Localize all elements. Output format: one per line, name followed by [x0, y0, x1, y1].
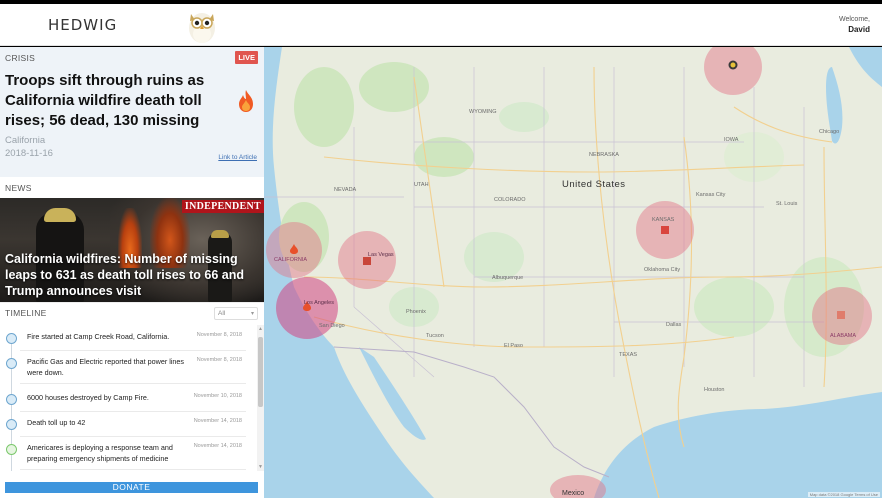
- crisis-location: California: [5, 135, 46, 146]
- welcome-block: Welcome, David: [839, 15, 870, 36]
- timeline-list[interactable]: Fire started at Camp Creek Road, Califor…: [0, 325, 256, 471]
- user-name[interactable]: David: [848, 25, 870, 34]
- map-country-label: Mexico: [562, 490, 585, 497]
- news-image-helmet: [211, 230, 229, 238]
- map-state-label: CALIFORNIA: [274, 257, 308, 263]
- map-state-label: KANSAS: [652, 217, 675, 223]
- crisis-title: Troops sift through ruins as California …: [5, 72, 205, 129]
- map-city-label: El Paso: [504, 343, 523, 349]
- timeline-item-date: November 14, 2018: [193, 443, 242, 449]
- map-city-label: Oklahoma City: [644, 267, 681, 273]
- timeline-item-date: November 10, 2018: [193, 393, 242, 399]
- crisis-section-label: CRISIS: [5, 53, 36, 63]
- timeline-item-text: Fire started at Camp Creek Road, Califor…: [27, 332, 170, 341]
- timeline-item[interactable]: Americares is deploying a response team …: [20, 442, 246, 470]
- map-state-label: ALABAMA: [830, 333, 856, 339]
- timeline-item-text: Pacific Gas and Electric reported that p…: [27, 357, 185, 377]
- welcome-label: Welcome,: [839, 16, 870, 23]
- timeline-item-text: Americares is deploying a response team …: [27, 443, 173, 463]
- timeline-section-label: TIMELINE: [5, 308, 47, 318]
- timeline-dot-icon: [6, 333, 17, 344]
- scroll-up-icon[interactable]: ▲: [258, 326, 263, 332]
- crisis-date: 2018-11-16: [5, 148, 53, 159]
- news-headline[interactable]: California wildfires: Number of missing …: [5, 251, 257, 299]
- timeline-dot-icon: [6, 358, 17, 369]
- map-state-label: WYOMING: [469, 109, 497, 115]
- map-city-label: Kansas City: [696, 192, 726, 198]
- timeline-item-date: November 8, 2018: [196, 357, 242, 363]
- timeline-header: TIMELINE All ▾: [0, 302, 264, 324]
- map-country-label: United States: [562, 179, 626, 190]
- news-source-badge: INDEPENDENT: [181, 200, 264, 213]
- news-image-helmet: [44, 208, 76, 222]
- map-state-label: COLORADO: [494, 197, 526, 203]
- timeline-scrollbar[interactable]: ▲ ▼: [257, 325, 264, 471]
- app-header: HEDWIG Welcome, David: [0, 4, 882, 46]
- timeline-item-date: November 8, 2018: [196, 332, 242, 338]
- alert-pin-icon[interactable]: [836, 310, 846, 320]
- sidebar: CRISIS LIVE Troops sift through ruins as…: [0, 47, 264, 498]
- timeline-filter-value: All: [218, 310, 226, 317]
- map-state-label: NEBRASKA: [589, 152, 619, 158]
- map-view[interactable]: United States CALIFORNIA Las Vegas Los A…: [264, 47, 882, 498]
- live-badge: LIVE: [235, 51, 258, 64]
- map-city-label: Tucson: [426, 333, 444, 339]
- crisis-card: CRISIS LIVE Troops sift through ruins as…: [0, 47, 264, 197]
- scroll-down-icon[interactable]: ▼: [258, 464, 263, 470]
- timeline-item[interactable]: Fire started at Camp Creek Road, Califor…: [20, 331, 246, 351]
- timeline-item-text: 6000 houses destroyed by Camp Fire.: [27, 393, 149, 402]
- news-header: NEWS: [0, 177, 264, 198]
- timeline-item-date: November 14, 2018: [193, 418, 242, 424]
- timeline-filter-select[interactable]: All ▾: [214, 307, 258, 320]
- chevron-down-icon: ▾: [250, 311, 254, 317]
- scroll-thumb[interactable]: [258, 337, 263, 407]
- news-card[interactable]: INDEPENDENT California wildfires: Number…: [0, 198, 264, 302]
- timeline-dot-icon: [6, 444, 17, 455]
- donate-button[interactable]: DONATE: [5, 482, 258, 493]
- map-city-label: Los Angeles: [304, 300, 334, 306]
- map-attribution[interactable]: Map data ©2018 Google Terms of Use: [807, 492, 880, 497]
- timeline-dot-icon: [6, 419, 17, 430]
- timeline-item[interactable]: Pacific Gas and Electric reported that p…: [20, 356, 246, 384]
- map-state-label: NEVADA: [334, 187, 357, 193]
- map-city-label: Houston: [704, 387, 725, 393]
- timeline-dot-icon: [6, 394, 17, 405]
- map-city-label: Chicago: [819, 129, 840, 135]
- map-city-label: St. Louis: [776, 201, 798, 207]
- map-city-label: Dallas: [666, 322, 682, 328]
- warning-pin-icon[interactable]: [728, 60, 738, 70]
- fire-pin-icon[interactable]: [289, 244, 299, 254]
- map-city-label: San Diego: [319, 323, 345, 329]
- news-section-label: NEWS: [5, 183, 32, 193]
- map-state-label: UTAH: [414, 182, 429, 188]
- brand-logo-text[interactable]: HEDWIG: [48, 16, 117, 34]
- timeline-item[interactable]: 6000 houses destroyed by Camp Fire. Nove…: [20, 392, 246, 412]
- map-city-label: Phoenix: [406, 309, 426, 315]
- map-city-label: Las Vegas: [368, 252, 394, 258]
- timeline-item-text: Death toll up to 42: [27, 418, 86, 427]
- link-to-article[interactable]: Link to Article: [218, 154, 257, 161]
- owl-logo-icon: [189, 13, 215, 43]
- map-state-label: IOWA: [724, 137, 739, 143]
- timeline-item[interactable]: Death toll up to 42 November 14, 2018: [20, 417, 246, 437]
- alert-pin-icon[interactable]: [660, 225, 670, 235]
- flame-icon: [239, 90, 253, 112]
- map-state-label: TEXAS: [619, 352, 638, 358]
- map-city-label: Albuquerque: [492, 275, 524, 281]
